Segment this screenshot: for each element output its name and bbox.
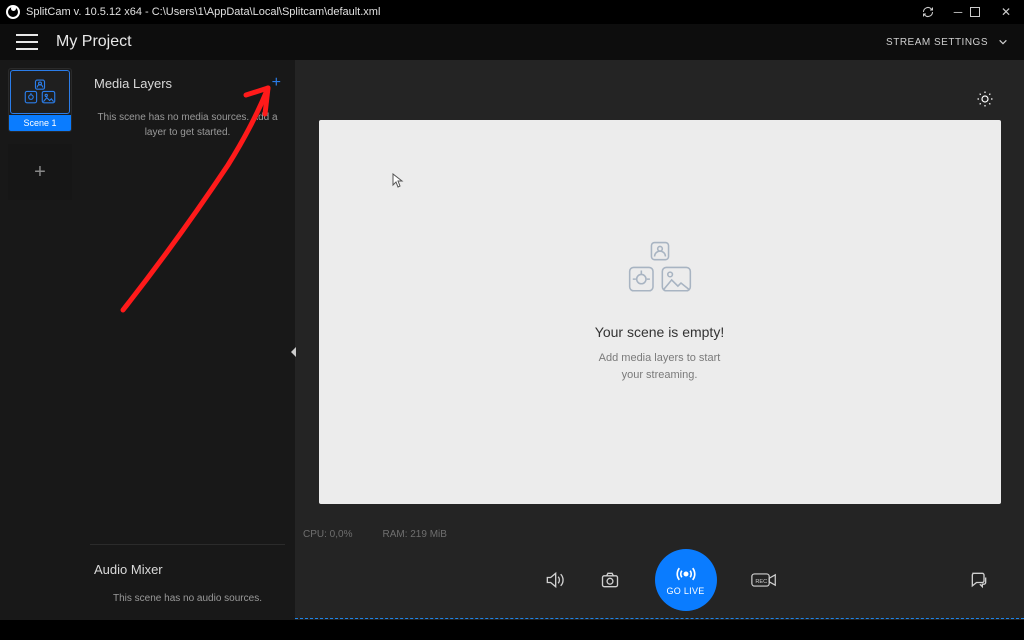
app-icon xyxy=(6,5,20,19)
stream-settings-label: STREAM SETTINGS xyxy=(886,37,988,48)
resource-stats: CPU: 0,0% RAM: 219 MiB xyxy=(295,525,1024,540)
layers-panel: Media Layers + This scene has no media s… xyxy=(80,60,295,620)
project-title: My Project xyxy=(56,33,132,51)
app-topbar: My Project STREAM SETTINGS xyxy=(0,24,1024,60)
collapse-sidebar-button[interactable] xyxy=(289,340,299,364)
maximize-button[interactable] xyxy=(970,7,994,17)
brightness-button[interactable] xyxy=(976,90,994,108)
go-live-button[interactable]: GO LIVE xyxy=(655,549,717,611)
svg-text:REC: REC xyxy=(755,579,767,585)
empty-scene-illustration xyxy=(625,240,695,298)
bottom-toolbar: GO LIVE REC xyxy=(295,540,1024,620)
window-title-text: SplitCam v. 10.5.12 x64 - C:\Users\1\App… xyxy=(26,6,380,18)
chevron-down-icon xyxy=(998,37,1008,47)
mixer-empty-text: This scene has no audio sources. xyxy=(80,589,295,620)
audio-mixer-title: Audio Mixer xyxy=(94,562,163,577)
audio-button[interactable] xyxy=(543,570,565,590)
add-layer-button[interactable]: + xyxy=(272,74,281,92)
cursor-icon xyxy=(392,173,404,189)
main-area: Your scene is empty! Add media layers to… xyxy=(295,60,1024,620)
timeline-marker xyxy=(295,618,1024,619)
ram-stat: RAM: 219 MiB xyxy=(382,529,446,540)
minimize-button[interactable]: ─ xyxy=(946,5,970,19)
add-scene-button[interactable]: + xyxy=(8,144,72,200)
plus-icon: + xyxy=(34,161,46,184)
chat-button[interactable] xyxy=(968,570,990,590)
close-button[interactable]: ✕ xyxy=(994,5,1018,19)
broadcast-icon xyxy=(674,564,698,584)
stream-settings-button[interactable]: STREAM SETTINGS xyxy=(886,37,1008,48)
cpu-stat: CPU: 0,0% xyxy=(303,529,352,540)
record-button[interactable]: REC xyxy=(751,571,777,589)
scene-card[interactable]: Scene 1 xyxy=(8,68,72,132)
go-live-label: GO LIVE xyxy=(666,586,704,596)
screenshot-button[interactable] xyxy=(599,570,621,590)
preview-empty-subtitle: Add media layers to start your streaming… xyxy=(599,350,721,383)
layers-empty-text: This scene has no media sources. Add a l… xyxy=(80,100,295,140)
menu-button[interactable] xyxy=(16,34,38,50)
scene-thumbnail xyxy=(10,70,70,114)
media-layers-title: Media Layers xyxy=(94,76,172,91)
preview-empty-title: Your scene is empty! xyxy=(595,324,724,340)
scenes-panel: Scene 1 + xyxy=(0,60,80,620)
window-titlebar: SplitCam v. 10.5.12 x64 - C:\Users\1\App… xyxy=(0,0,1024,24)
scene-label: Scene 1 xyxy=(9,115,71,131)
preview-canvas[interactable]: Your scene is empty! Add media layers to… xyxy=(319,120,1001,504)
refresh-button[interactable] xyxy=(922,6,946,18)
